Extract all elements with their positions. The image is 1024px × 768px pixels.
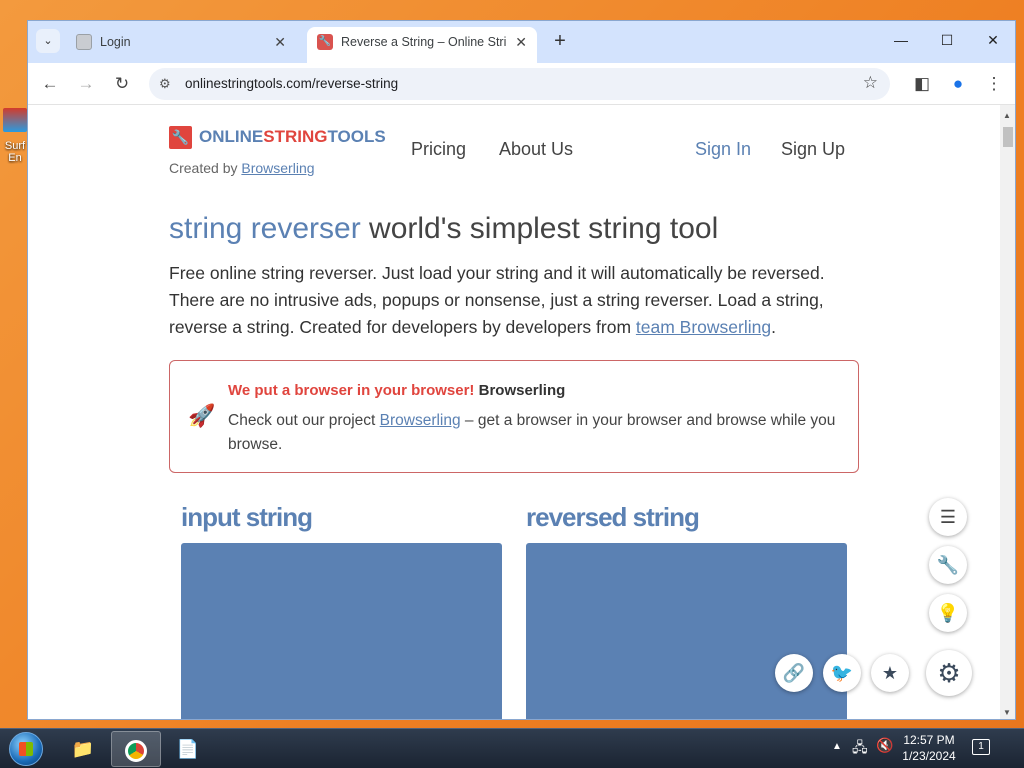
lightbulb-icon[interactable]: 💡 — [929, 594, 967, 632]
logo-part1: ONLINE — [199, 127, 264, 146]
created-by-text: Created by — [169, 160, 238, 176]
new-tab-button[interactable]: + — [547, 29, 573, 55]
link-icon[interactable]: 🔗 — [775, 654, 813, 692]
input-string-title: input string — [181, 502, 313, 532]
tab-title: Reverse a String – Online String — [341, 35, 507, 49]
minimize-button[interactable]: — — [878, 21, 924, 59]
star-icon[interactable]: ★ — [871, 654, 909, 692]
clock-time: 12:57 PM — [903, 733, 955, 747]
gear-icon[interactable]: ⚙ — [926, 650, 972, 696]
chrome-icon — [125, 740, 147, 763]
close-window-button[interactable]: ✕ — [970, 21, 1015, 59]
nav-about-us[interactable]: About Us — [499, 139, 573, 160]
page-scrollbar[interactable]: ▲ ▼ — [1000, 105, 1015, 719]
menu-icon[interactable]: ⋮ — [982, 72, 1006, 96]
forward-button[interactable]: → — [74, 72, 98, 96]
desktop-icon[interactable]: Surf En — [2, 108, 28, 164]
scroll-up-icon[interactable]: ▲ — [1003, 111, 1011, 120]
scroll-down-icon[interactable]: ▼ — [1003, 708, 1011, 717]
nav-pricing[interactable]: Pricing — [411, 139, 466, 160]
promo-browserling-link[interactable]: Browserling — [380, 412, 461, 429]
page-title: string reverser world's simplest string … — [169, 212, 718, 246]
bookmark-star-icon[interactable]: ☆ — [863, 73, 878, 93]
rocket-icon: 🚀 — [188, 403, 216, 428]
browserling-link[interactable]: Browserling — [241, 160, 314, 176]
promo-heading: We put a browser in your browser! Browse… — [228, 382, 565, 399]
profile-icon[interactable]: ● — [946, 72, 970, 96]
taskbar: 📁 📄 ▲ 🖧 🔇 12:57 PM 1/23/2024 1 — [0, 728, 1024, 768]
app-icon — [3, 108, 27, 132]
intro-paragraph: Free online string reverser. Just load y… — [169, 260, 869, 341]
nav-sign-up[interactable]: Sign Up — [781, 139, 845, 160]
desktop-icon-label: Surf En — [4, 140, 26, 164]
page-title-rest: world's simplest string tool — [360, 212, 719, 245]
start-button[interactable] — [9, 732, 43, 766]
logo-part2: STRING — [263, 127, 328, 146]
wrench-favicon-icon: 🔧 — [317, 34, 333, 50]
browser-window: ⌄ Login ✕ 🔧 Reverse a String – Online St… — [27, 20, 1016, 720]
nav-sign-in[interactable]: Sign In — [695, 139, 751, 160]
list-icon[interactable]: ☰ — [929, 498, 967, 536]
promo-heading-text: We put a browser in your browser! — [228, 382, 475, 399]
reversed-string-textarea[interactable] — [526, 543, 847, 719]
team-browserling-link[interactable]: team Browserling — [636, 317, 771, 337]
wrench-logo-icon: 🔧 — [169, 125, 192, 149]
input-string-textarea[interactable] — [181, 543, 502, 719]
twitter-icon[interactable]: 🐦 — [823, 654, 861, 692]
promo-heading-brand: Browserling — [474, 382, 566, 399]
chevron-down-icon: ⌄ — [43, 35, 53, 47]
reload-button[interactable]: ↻ — [110, 72, 134, 96]
tab-reverse-string[interactable]: 🔧 Reverse a String – Online String ✕ — [307, 27, 537, 63]
web-page: 🔧 ONLINE STRING TOOLS Created by Browserli… — [28, 105, 1000, 719]
volume-muted-icon[interactable]: 🔇 — [876, 737, 893, 754]
file-explorer-taskbar-icon[interactable]: 📁 — [58, 731, 108, 767]
created-by: Created by Browserling — [169, 160, 315, 176]
address-bar[interactable]: ⚙ onlinestringtools.com/reverse-string ☆ — [149, 68, 890, 100]
logo-part3: TOOLS — [327, 127, 386, 146]
chrome-taskbar-icon[interactable] — [111, 731, 161, 767]
show-hidden-icons-icon[interactable]: ▲ — [832, 741, 842, 752]
notification-count: 1 — [978, 741, 984, 752]
page-title-highlight: string reverser — [169, 212, 361, 245]
wrench-icon[interactable]: 🔧 — [929, 546, 967, 584]
system-clock[interactable]: 12:57 PM 1/23/2024 — [900, 732, 958, 764]
browser-toolbar: ← → ↻ ⚙ onlinestringtools.com/reverse-st… — [28, 63, 1015, 105]
maximize-button[interactable]: ☐ — [924, 21, 970, 59]
promo-text: Check out our project Browserling – get … — [228, 409, 838, 457]
windows-logo-icon — [19, 742, 33, 756]
reversed-string-title: reversed string — [526, 502, 700, 532]
close-icon[interactable]: ✕ — [515, 27, 527, 57]
back-button[interactable]: ← — [38, 72, 62, 96]
tab-search-button[interactable]: ⌄ — [36, 29, 60, 53]
tab-login[interactable]: Login ✕ — [66, 27, 296, 63]
action-center-icon[interactable]: 1 — [972, 739, 990, 755]
scroll-thumb[interactable] — [1003, 127, 1013, 147]
url-text[interactable]: onlinestringtools.com/reverse-string — [185, 76, 398, 91]
side-panel-icon[interactable]: ◧ — [910, 72, 934, 96]
clock-date: 1/23/2024 — [902, 749, 956, 763]
page-favicon-icon — [76, 34, 92, 50]
site-info-icon[interactable]: ⚙ — [159, 76, 171, 92]
intro-end: . — [771, 317, 776, 337]
promo-box: 🚀 We put a browser in your browser! Brow… — [169, 360, 859, 473]
tab-strip: ⌄ Login ✕ 🔧 Reverse a String – Online St… — [28, 21, 1015, 63]
document-taskbar-icon[interactable]: 📄 — [163, 731, 213, 767]
network-icon[interactable]: 🖧 — [852, 737, 868, 761]
site-logo[interactable]: 🔧 ONLINE STRING TOOLS — [169, 125, 386, 149]
promo-text-start: Check out our project — [228, 412, 380, 429]
close-icon[interactable]: ✕ — [274, 27, 286, 57]
tab-title: Login — [100, 35, 131, 49]
